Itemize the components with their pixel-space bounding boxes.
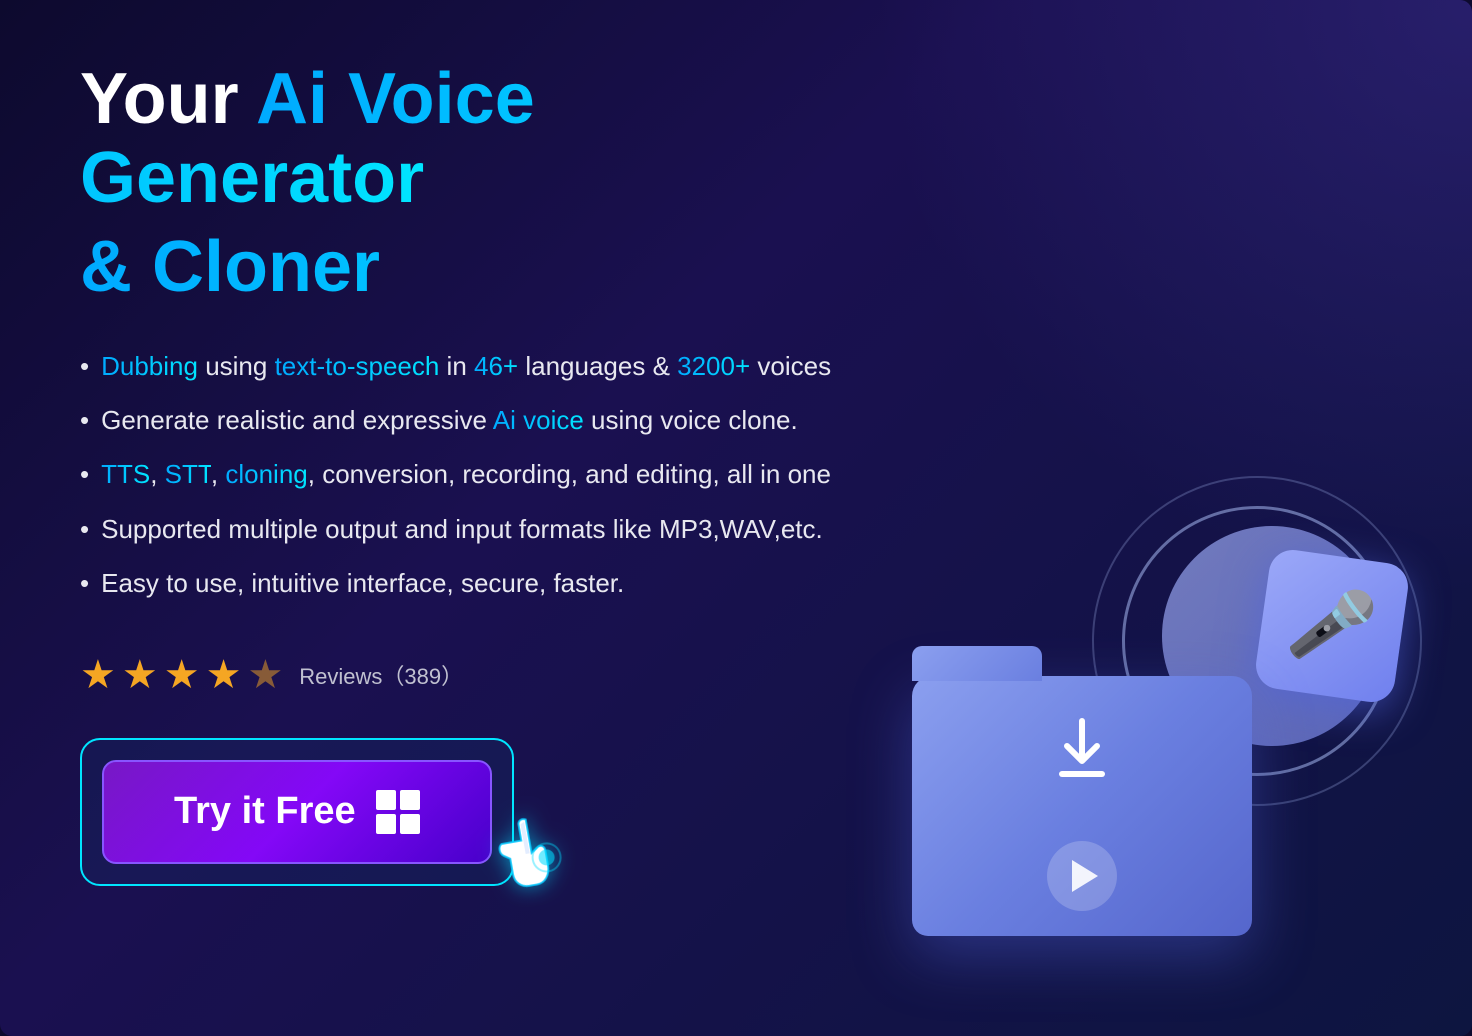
title-section: Your Ai Voice Generator & Cloner xyxy=(80,60,880,308)
cta-button-label: Try it Free xyxy=(174,790,356,833)
keyword-cloning: cloning xyxy=(225,459,307,489)
feature-item-3: TTS, STT, cloning, conversion, recording… xyxy=(80,456,880,492)
keyword-3200: 3200+ xyxy=(677,351,750,381)
reviews-section: ★ ★ ★ ★ ★ Reviews（389） xyxy=(80,652,880,698)
star-2: ★ xyxy=(122,652,158,698)
content-area: Your Ai Voice Generator & Cloner Dubbing… xyxy=(80,60,880,886)
illustration-container: 🎤 xyxy=(862,526,1412,976)
folder-illustration xyxy=(912,676,1252,936)
main-container: Your Ai Voice Generator & Cloner Dubbing… xyxy=(0,0,1472,1036)
stars-container: ★ ★ ★ ★ ★ xyxy=(80,652,283,698)
feature-item-2: Generate realistic and expressive Ai voi… xyxy=(80,402,880,438)
keyword-aivoice: Ai voice xyxy=(493,405,584,435)
features-list: Dubbing using text-to-speech in 46+ lang… xyxy=(80,348,880,602)
feature-text-3: TTS, STT, cloning, conversion, recording… xyxy=(101,456,831,492)
windows-icon xyxy=(376,790,420,834)
keyword-tts2: TTS xyxy=(101,459,150,489)
mic-card: 🎤 xyxy=(1253,547,1411,705)
feature-text-4: Supported multiple output and input form… xyxy=(101,511,823,547)
star-half: ★ xyxy=(247,652,283,698)
feature-item-1: Dubbing using text-to-speech in 46+ lang… xyxy=(80,348,880,384)
keyword-dubbing: Dubbing xyxy=(101,351,198,381)
feature-item-4: Supported multiple output and input form… xyxy=(80,511,880,547)
microphone-icon: 🎤 xyxy=(1283,579,1381,672)
feature-item-5: Easy to use, intuitive interface, secure… xyxy=(80,565,880,601)
title-prefix: Your xyxy=(80,59,256,139)
cta-container: Try it Free xyxy=(80,738,514,886)
keyword-tts: text-to-speech xyxy=(275,351,440,381)
feature-text-1: Dubbing using text-to-speech in 46+ lang… xyxy=(101,348,831,384)
title-line2: & Cloner xyxy=(80,228,880,307)
reviews-text: Reviews（389） xyxy=(299,659,463,691)
try-it-free-button[interactable]: Try it Free xyxy=(102,760,492,864)
title-line1: Your Ai Voice Generator xyxy=(80,60,880,218)
cursor-pointer-icon xyxy=(483,801,580,919)
feature-text-2: Generate realistic and expressive Ai voi… xyxy=(101,402,798,438)
star-1: ★ xyxy=(80,652,116,698)
feature-text-5: Easy to use, intuitive interface, secure… xyxy=(101,565,624,601)
star-3: ★ xyxy=(164,652,200,698)
star-4: ★ xyxy=(206,652,242,698)
keyword-stt: STT xyxy=(165,459,211,489)
keyword-46: 46+ xyxy=(474,351,518,381)
